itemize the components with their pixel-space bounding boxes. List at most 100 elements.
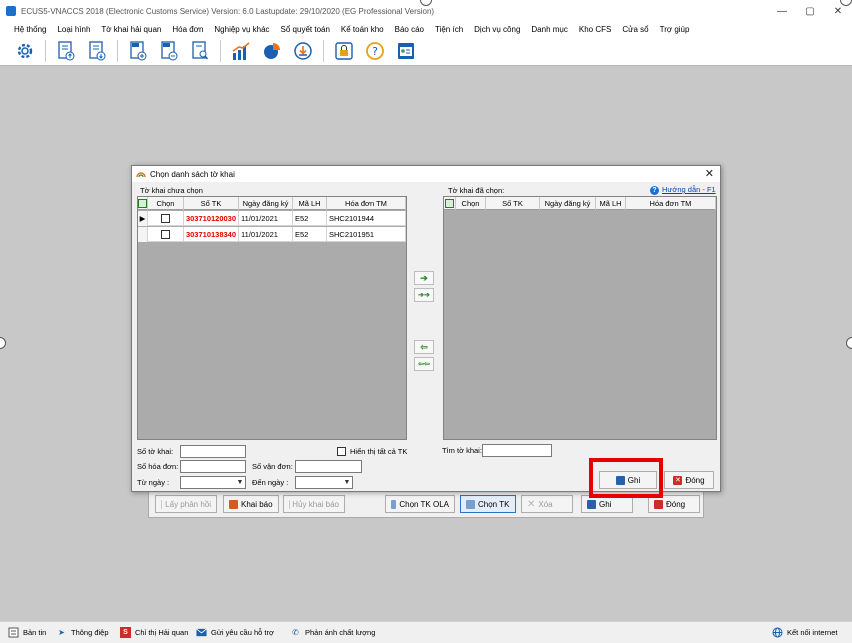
cell-hoa-don-tm: SHC2101951 bbox=[327, 227, 406, 242]
show-all-checkbox[interactable] bbox=[337, 447, 346, 456]
menu-kho-cfs[interactable]: Kho CFS bbox=[579, 25, 611, 34]
header-selector bbox=[138, 197, 148, 210]
menu-tien-ich[interactable]: Tiện ích bbox=[435, 25, 463, 34]
move-left-button[interactable]: ⇦ bbox=[414, 340, 434, 354]
move-all-left-button[interactable]: ⇦⇦ bbox=[414, 357, 434, 371]
col-ngay-dang-ky[interactable]: Ngày đăng ký bbox=[239, 197, 293, 210]
customs-directive-item[interactable]: S Chỉ thị Hải quan bbox=[120, 626, 188, 639]
help-link[interactable]: Hướng dẫn - F1 bbox=[662, 185, 716, 194]
unselected-group-label: Tờ khai chưa chọn bbox=[140, 186, 203, 195]
menu-ke-toan-kho[interactable]: Kế toán kho bbox=[341, 25, 384, 34]
menu-loai-hinh[interactable]: Loại hình bbox=[57, 25, 90, 34]
col-ma-lh[interactable]: Mã LH bbox=[293, 197, 327, 210]
select-tk-icon bbox=[466, 499, 475, 509]
move-all-right-button[interactable]: ➔➔ bbox=[414, 288, 434, 302]
so-van-don-label: Số vận đơn: bbox=[252, 462, 293, 471]
menu-bar: Hệ thống Loại hình Tờ khai hải quan Hóa … bbox=[0, 22, 852, 36]
so-van-don-input[interactable] bbox=[295, 460, 362, 473]
invoice-edit-icon[interactable] bbox=[158, 40, 180, 62]
toolbar-separator bbox=[323, 39, 324, 62]
invoice-search-icon[interactable] bbox=[189, 40, 211, 62]
row-checkbox[interactable] bbox=[148, 227, 184, 242]
tu-ngay-date-picker[interactable]: ▼ bbox=[180, 476, 246, 489]
delete-button[interactable]: ✕ Xóa bbox=[521, 495, 573, 513]
cancel-declaration-button[interactable]: Hủy khai báo bbox=[283, 495, 345, 513]
den-ngay-date-picker[interactable]: ▼ bbox=[295, 476, 353, 489]
select-all-icon[interactable] bbox=[445, 199, 454, 208]
select-tk-button[interactable]: Chọn TK bbox=[460, 495, 516, 513]
checkbox[interactable] bbox=[161, 230, 170, 239]
quality-feedback-item[interactable]: ✆ Phản ánh chất lượng bbox=[290, 626, 375, 639]
chevron-down-icon[interactable]: ▼ bbox=[235, 477, 245, 488]
menu-dich-vu-cong[interactable]: Dịch vụ công bbox=[474, 25, 520, 34]
menu-cua-so[interactable]: Cửa sổ bbox=[622, 25, 648, 34]
menu-tro-giup[interactable]: Trợ giúp bbox=[660, 25, 690, 34]
main-toolbar: ? bbox=[0, 36, 852, 66]
row-selector bbox=[138, 227, 148, 242]
tim-to-khai-input[interactable] bbox=[482, 444, 552, 457]
col-chon[interactable]: Chọn bbox=[148, 197, 184, 210]
download-icon[interactable] bbox=[292, 40, 314, 62]
so-to-khai-label: Số tờ khai: bbox=[137, 447, 174, 456]
so-hoa-don-input[interactable] bbox=[180, 460, 246, 473]
checkbox[interactable] bbox=[161, 214, 170, 223]
col-ma-lh[interactable]: Mã LH bbox=[596, 197, 626, 210]
news-item[interactable]: Bản tin bbox=[8, 626, 46, 639]
so-hoa-don-label: Số hóa đơn: bbox=[137, 462, 179, 471]
row-checkbox[interactable] bbox=[148, 211, 184, 226]
col-ngay-dang-ky[interactable]: Ngày đăng ký bbox=[540, 197, 596, 210]
declare-button[interactable]: Khai báo bbox=[223, 495, 279, 513]
resize-handle-left[interactable] bbox=[0, 337, 6, 349]
rainbow-icon bbox=[136, 172, 146, 178]
export-declaration-icon[interactable] bbox=[55, 40, 77, 62]
window-title: ECUS5-VNACCS 2018 (Electronic Customs Se… bbox=[21, 6, 435, 16]
dialog-close-icon[interactable]: ✕ bbox=[705, 167, 714, 180]
settings-gear-icon[interactable] bbox=[14, 40, 36, 62]
lock-icon[interactable] bbox=[333, 40, 355, 62]
close-red-icon bbox=[654, 499, 663, 509]
support-request-item[interactable]: Gửi yêu cầu hỗ trợ bbox=[196, 626, 274, 639]
close-button[interactable]: ✕ Đóng bbox=[664, 471, 714, 489]
so-to-khai-input[interactable] bbox=[180, 445, 246, 458]
select-all-icon[interactable] bbox=[138, 199, 147, 208]
bar-chart-icon[interactable] bbox=[230, 40, 252, 62]
move-right-button[interactable]: ➔ bbox=[414, 271, 434, 285]
menu-danh-muc[interactable]: Danh mục bbox=[531, 25, 567, 34]
messages-item[interactable]: ➤ Thông điệp bbox=[56, 626, 108, 639]
declare-icon bbox=[229, 499, 238, 509]
resize-handle-right[interactable] bbox=[846, 337, 852, 349]
menu-he-thong[interactable]: Hệ thống bbox=[14, 25, 46, 34]
invoice-add-icon[interactable] bbox=[127, 40, 149, 62]
menu-to-khai-hai-quan[interactable]: Tờ khai hải quan bbox=[101, 25, 161, 34]
menu-nghiep-vu-khac[interactable]: Nghiệp vụ khác bbox=[214, 25, 269, 34]
table-row[interactable]: ▶ 303710120030 11/01/2021 E52 SHC2101944 bbox=[138, 211, 406, 226]
col-so-tk[interactable]: Số TK bbox=[486, 197, 540, 210]
select-declaration-dialog: Chọn danh sách tờ khai ✕ Tờ khai chưa ch… bbox=[131, 165, 721, 492]
col-chon[interactable]: Chọn bbox=[456, 197, 486, 210]
delete-icon: ✕ bbox=[527, 498, 536, 510]
col-hoa-don-tm[interactable]: Hóa đơn TM bbox=[327, 197, 406, 210]
cell-hoa-don-tm: SHC2101944 bbox=[327, 211, 406, 226]
col-hoa-don-tm[interactable]: Hóa đơn TM bbox=[626, 197, 716, 210]
chevron-down-icon[interactable]: ▼ bbox=[342, 477, 352, 488]
menu-so-quyet-toan[interactable]: Sổ quyết toán bbox=[281, 25, 330, 34]
maximize-button[interactable]: ▢ bbox=[796, 0, 824, 22]
import-declaration-icon[interactable] bbox=[86, 40, 108, 62]
toolbar-separator bbox=[45, 39, 46, 62]
menu-hoa-don[interactable]: Hóa đơn bbox=[172, 25, 203, 34]
globe-icon bbox=[772, 627, 783, 638]
help-icon[interactable]: ? bbox=[364, 40, 386, 62]
cell-ngay-dang-ky: 11/01/2021 bbox=[239, 211, 293, 226]
id-card-icon[interactable] bbox=[395, 40, 417, 62]
minimize-button[interactable]: — bbox=[768, 0, 796, 22]
pie-chart-icon[interactable] bbox=[261, 40, 283, 62]
selected-group-label: Tờ khai đã chọn: bbox=[448, 186, 505, 195]
menu-bao-cao[interactable]: Báo cáo bbox=[395, 25, 424, 34]
select-tk-ola-button[interactable]: Chọn TK OLA bbox=[385, 495, 455, 513]
col-so-tk[interactable]: Số TK bbox=[184, 197, 239, 210]
toolbar-separator bbox=[117, 39, 118, 62]
table-row[interactable]: 303710138340 11/01/2021 E52 SHC2101951 bbox=[138, 227, 406, 242]
cell-so-tk: 303710138340 bbox=[184, 227, 239, 242]
unselected-declarations-grid: Chọn Số TK Ngày đăng ký Mã LH Hóa đơn TM… bbox=[137, 196, 407, 440]
get-response-button[interactable]: Lấy phản hồi bbox=[155, 495, 217, 513]
